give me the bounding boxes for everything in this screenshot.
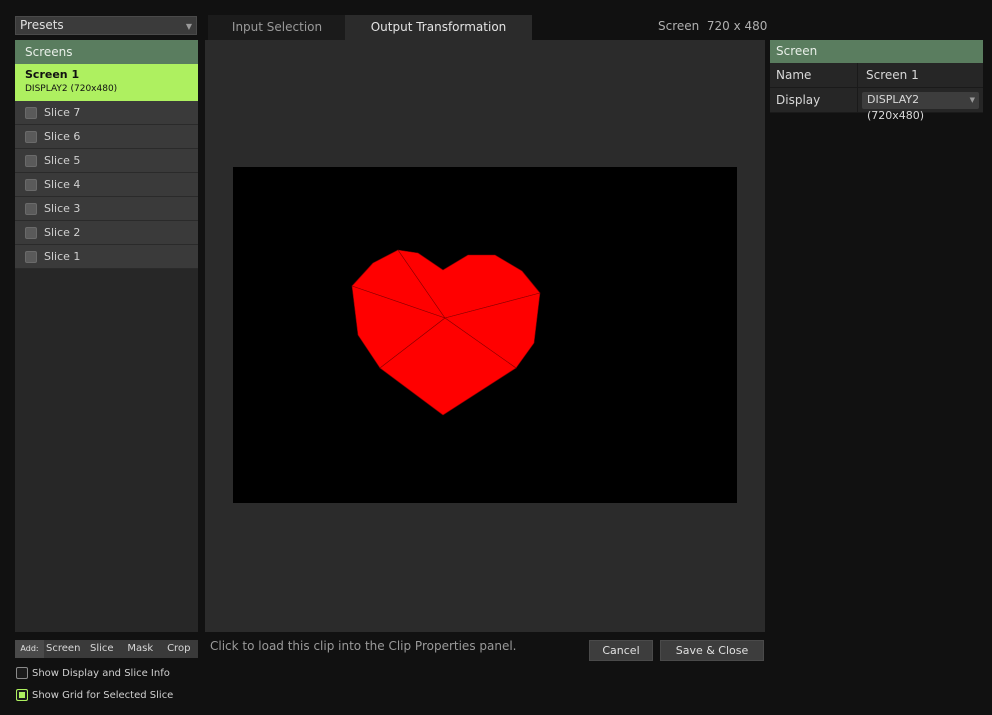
screens-panel: Screens Screen 1 DISPLAY2 (720x480) Slic… [15,40,198,632]
show-grid-option[interactable]: Show Grid for Selected Slice [16,689,173,701]
slice-item[interactable]: Slice 5 [15,149,198,173]
screen-item-title: Screen 1 [25,68,80,81]
display-label: Display [770,88,858,112]
slice-checkbox[interactable] [25,130,37,143]
slice-item[interactable]: Slice 7 [15,101,198,125]
name-field[interactable]: Screen 1 [858,63,983,87]
show-display-info-checkbox[interactable] [16,667,28,679]
add-crop-button[interactable]: Crop [160,640,199,658]
tab-output-transformation[interactable]: Output Transformation [345,15,532,40]
slice-checkbox[interactable] [25,250,37,263]
properties-panel: Screen Name Screen 1 Display DISPLAY2 (7… [770,40,983,122]
display-row: Display DISPLAY2 (720x480) ▼ [770,88,983,122]
slice-item[interactable]: Slice 6 [15,125,198,149]
output-canvas[interactable] [205,40,765,632]
tab-input-selection[interactable]: Input Selection [208,15,346,40]
slice-label: Slice 1 [44,250,81,263]
display-dropdown-value: DISPLAY2 (720x480) [867,93,925,122]
slice-item[interactable]: Slice 2 [15,221,198,245]
show-grid-checkbox[interactable] [16,689,28,701]
slice-checkbox[interactable] [25,106,37,119]
slice-item[interactable]: Slice 3 [15,197,198,221]
slice-item[interactable]: Slice 1 [15,245,198,269]
add-bar: Add: Screen Slice Mask Crop [15,640,198,658]
show-grid-label: Show Grid for Selected Slice [32,689,174,701]
slice-label: Slice 7 [44,106,81,119]
add-screen-button[interactable]: Screen [44,640,83,658]
display-dropdown[interactable]: DISPLAY2 (720x480) ▼ [862,92,979,122]
show-display-info-option[interactable]: Show Display and Slice Info [16,667,170,679]
chevron-down-icon: ▼ [185,22,192,31]
screen-item-display: DISPLAY2 (720x480) [25,84,118,94]
slice-item[interactable]: Slice 4 [15,173,198,197]
name-label: Name [770,63,858,87]
properties-header: Screen [770,40,983,63]
screens-header: Screens [15,40,198,64]
heart-slices [351,249,541,416]
slice-checkbox[interactable] [25,178,37,191]
show-display-info-label: Show Display and Slice Info [32,667,170,679]
slice-label: Slice 3 [44,202,81,215]
slice-label: Slice 2 [44,226,81,239]
screen-resolution-info: Screen 720 x 480 [658,19,768,33]
presets-label: Presets [20,18,64,32]
display-cell: DISPLAY2 (720x480) ▼ [858,88,983,122]
slice-checkbox[interactable] [25,202,37,215]
name-row: Name Screen 1 [770,63,983,88]
save-close-button[interactable]: Save & Close [660,640,764,661]
slice-label: Slice 4 [44,178,81,191]
slice-label: Slice 5 [44,154,81,167]
add-mask-button[interactable]: Mask [121,640,160,658]
screen-output-area[interactable] [233,167,737,503]
slice-label: Slice 6 [44,130,81,143]
screen-item-screen-1[interactable]: Screen 1 DISPLAY2 (720x480) [15,64,198,101]
chevron-down-icon: ▼ [969,96,975,104]
add-label: Add: [15,640,44,658]
cancel-button[interactable]: Cancel [589,640,653,661]
presets-dropdown[interactable]: Presets ▼ [15,16,197,35]
slice-checkbox[interactable] [25,154,37,167]
add-slice-button[interactable]: Slice [83,640,122,658]
slice-checkbox[interactable] [25,226,37,239]
status-text: Click to load this clip into the Clip Pr… [210,639,517,653]
